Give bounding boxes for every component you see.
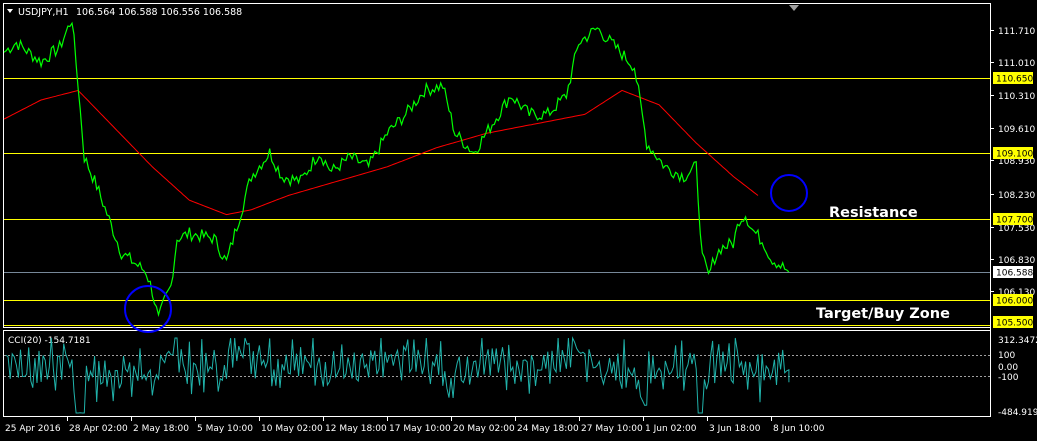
price-tick-label: 109.610 [998, 125, 1035, 135]
triangle-down-icon[interactable] [7, 9, 13, 13]
scroll-marker-icon[interactable] [789, 5, 799, 11]
level-tag-text: 110.650 [996, 75, 1033, 85]
price-tick-label: 107.530 [998, 224, 1035, 234]
time-tick-label: 1 Jun 02:00 [645, 424, 697, 434]
moving-average-line [3, 89, 759, 216]
price-line [3, 21, 790, 318]
level-tag-text: 107.700 [996, 216, 1033, 226]
price-tick-label: 111.010 [998, 59, 1035, 69]
time-tick-label: 17 May 10:00 [389, 424, 451, 434]
cci-axis: 312.3472 100 0.00 -100 -484.9196 [998, 336, 1037, 418]
time-tick-label: 28 Apr 02:00 [69, 424, 128, 434]
price-axis: 111.710 111.010 110.310 109.610 108.930 … [990, 27, 1035, 298]
time-tick-label: 20 May 02:00 [453, 424, 515, 434]
cci-tick-label: -484.9196 [998, 408, 1037, 418]
price-tick-label: 108.230 [998, 191, 1035, 201]
time-tick-label: 12 May 18:00 [325, 424, 387, 434]
time-tick-label: 25 Apr 2016 [5, 424, 61, 434]
cci-title: CCI(20) -154.7181 [8, 336, 91, 346]
cci-pane-frame [3, 330, 991, 417]
price-tick-label: 111.710 [998, 27, 1035, 37]
time-tick-label: 10 May 02:00 [261, 424, 323, 434]
price-tick-label: 110.310 [998, 92, 1035, 102]
target-label: Target/Buy Zone [816, 306, 950, 322]
current-price-text: 106.588 [996, 269, 1033, 279]
cci-line [5, 336, 790, 414]
level-tag-text: 109.100 [996, 150, 1033, 160]
time-tick-label: 27 May 10:00 [581, 424, 643, 434]
cci-tick-label: 312.3472 [998, 336, 1037, 346]
resistance-circle[interactable] [770, 174, 808, 212]
cci-tick-label: 100 [998, 351, 1015, 361]
cci-tick-label: 0.00 [998, 363, 1018, 373]
cci-tick-label: -100 [998, 373, 1019, 383]
time-tick-label: 2 May 18:00 [133, 424, 189, 434]
resistance-label: Resistance [829, 205, 918, 221]
time-tick-label: 8 Jun 10:00 [773, 424, 825, 434]
time-axis: 25 Apr 2016 28 Apr 02:00 2 May 18:00 5 M… [5, 417, 825, 434]
time-tick-label: 3 Jun 18:00 [709, 424, 761, 434]
time-tick-label: 5 May 10:00 [197, 424, 253, 434]
price-tick-label: 106.830 [998, 256, 1035, 266]
level-tag-text: 106.000 [996, 297, 1033, 307]
ohlc-values: 106.564 106.588 106.556 106.588 [76, 7, 242, 18]
symbol-label: USDJPY,H1 [18, 7, 69, 18]
level-tag-text: 105.500 [996, 319, 1033, 329]
chart-window[interactable]: USDJPY,H1 106.564 106.588 106.556 106.58… [0, 0, 1037, 441]
time-tick-label: 24 May 18:00 [517, 424, 579, 434]
